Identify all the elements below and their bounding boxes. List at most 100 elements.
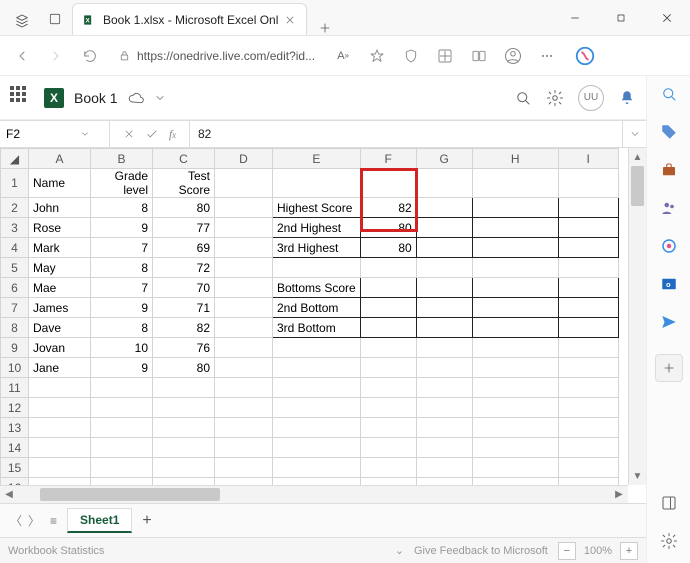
cell[interactable]: 10 — [91, 338, 153, 358]
cell[interactable] — [416, 378, 472, 398]
cell[interactable] — [558, 418, 618, 438]
cell[interactable] — [273, 378, 361, 398]
col-header[interactable]: G — [416, 149, 472, 169]
cell[interactable] — [416, 218, 472, 238]
cell[interactable] — [558, 278, 618, 298]
name-box[interactable] — [0, 121, 110, 147]
row-header[interactable]: 13 — [1, 418, 29, 438]
row-header[interactable]: 14 — [1, 438, 29, 458]
cell[interactable]: 80 — [360, 218, 416, 238]
cell[interactable] — [360, 418, 416, 438]
cell[interactable] — [416, 238, 472, 258]
expand-formula-icon[interactable] — [622, 121, 646, 147]
feedback-link[interactable]: Give Feedback to Microsoft — [414, 545, 548, 557]
cell[interactable] — [472, 278, 558, 298]
row-header[interactable]: 6 — [1, 278, 29, 298]
excel-search-icon[interactable] — [514, 89, 532, 107]
cell[interactable]: Name — [29, 169, 91, 198]
notifications-icon[interactable] — [618, 89, 636, 107]
zoom-level[interactable]: 100% — [584, 545, 612, 557]
cell[interactable] — [416, 258, 472, 278]
cell[interactable]: Grade level — [91, 169, 153, 198]
cell[interactable]: 82 — [153, 318, 215, 338]
row-header[interactable]: 10 — [1, 358, 29, 378]
cell[interactable]: Mark — [29, 238, 91, 258]
sidebar-send-icon[interactable] — [657, 310, 681, 334]
cell[interactable] — [416, 318, 472, 338]
cell[interactable] — [558, 358, 618, 378]
cell[interactable]: May — [29, 258, 91, 278]
read-aloud-icon[interactable]: A» — [329, 42, 357, 70]
cell[interactable] — [153, 398, 215, 418]
cell[interactable] — [472, 398, 558, 418]
cell[interactable] — [215, 378, 273, 398]
col-header[interactable]: A — [29, 149, 91, 169]
sidebar-settings-icon[interactable] — [657, 529, 681, 553]
cell[interactable] — [558, 169, 618, 198]
formula-input[interactable]: 82 — [190, 127, 622, 141]
cell[interactable]: Jovan — [29, 338, 91, 358]
cell[interactable] — [273, 358, 361, 378]
cell[interactable] — [472, 298, 558, 318]
cell[interactable] — [558, 318, 618, 338]
cell[interactable] — [472, 198, 558, 218]
cell[interactable] — [472, 338, 558, 358]
col-header[interactable]: I — [558, 149, 618, 169]
cell[interactable] — [273, 169, 361, 198]
row-header[interactable]: 3 — [1, 218, 29, 238]
cell[interactable]: Bottoms Score — [273, 278, 361, 298]
cell[interactable]: Dave — [29, 318, 91, 338]
sidebar-people-icon[interactable] — [657, 196, 681, 220]
row-header[interactable]: 5 — [1, 258, 29, 278]
cell[interactable] — [153, 418, 215, 438]
cell[interactable] — [558, 198, 618, 218]
cell[interactable] — [416, 438, 472, 458]
cell[interactable]: 69 — [153, 238, 215, 258]
browser-tab-active[interactable]: X Book 1.xlsx - Microsoft Excel Onl — [72, 3, 307, 35]
sheet-nav-next-icon[interactable]: 〉 — [28, 512, 40, 529]
cell[interactable] — [215, 198, 273, 218]
cell[interactable] — [215, 258, 273, 278]
sheet-tab-active[interactable]: Sheet1 — [67, 508, 132, 533]
cell[interactable] — [558, 238, 618, 258]
cell[interactable]: 8 — [91, 318, 153, 338]
profile-icon[interactable] — [499, 42, 527, 70]
scroll-up-icon[interactable]: ▲ — [629, 148, 646, 166]
col-header[interactable]: D — [215, 149, 273, 169]
cell[interactable] — [273, 258, 361, 278]
scroll-left-icon[interactable]: ◀ — [0, 489, 18, 500]
cell[interactable] — [273, 398, 361, 418]
workspace-icon[interactable] — [8, 7, 36, 35]
cell[interactable] — [91, 418, 153, 438]
col-header[interactable]: C — [153, 149, 215, 169]
cell[interactable] — [215, 418, 273, 438]
cell[interactable] — [416, 298, 472, 318]
cell[interactable] — [416, 418, 472, 438]
cell[interactable] — [360, 338, 416, 358]
cell[interactable] — [558, 458, 618, 478]
cell[interactable]: John — [29, 198, 91, 218]
split-screen-icon[interactable] — [465, 42, 493, 70]
sidebar-copilot-icon[interactable] — [657, 234, 681, 258]
cell[interactable] — [472, 438, 558, 458]
row-header[interactable]: 15 — [1, 458, 29, 478]
cell[interactable]: 72 — [153, 258, 215, 278]
status-chevron-icon[interactable]: ⌄ — [395, 544, 404, 557]
cell[interactable]: 7 — [91, 238, 153, 258]
cell[interactable]: 80 — [153, 198, 215, 218]
cell[interactable]: 3rd Bottom — [273, 318, 361, 338]
window-close-button[interactable] — [644, 0, 690, 35]
vertical-scrollbar[interactable]: ▲ ▼ — [628, 148, 646, 485]
cell[interactable] — [360, 278, 416, 298]
cell[interactable] — [360, 169, 416, 198]
select-all-corner[interactable]: ◢ — [1, 149, 29, 169]
sidebar-outlook-icon[interactable]: o — [657, 272, 681, 296]
cell[interactable] — [416, 458, 472, 478]
cell[interactable] — [215, 358, 273, 378]
cell[interactable]: 9 — [91, 298, 153, 318]
name-box-chevron-icon[interactable] — [80, 129, 96, 139]
accept-formula-icon[interactable] — [145, 127, 159, 141]
cell[interactable]: 8 — [91, 258, 153, 278]
cell[interactable] — [472, 458, 558, 478]
fx-icon[interactable]: fx — [169, 127, 176, 142]
